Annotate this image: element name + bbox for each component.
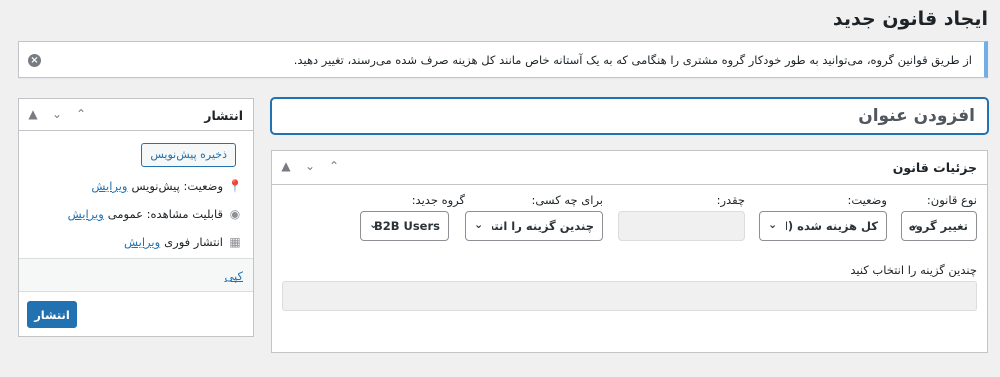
visibility-label: قابلیت مشاهده: عمومی: [107, 207, 223, 221]
page-title: ایجاد قانون جدید: [832, 8, 988, 30]
move-down-icon[interactable]: ▲: [278, 159, 294, 173]
new-group-select[interactable]: B2B Users ⌄: [360, 211, 449, 241]
publish-actions-strip: کپی: [19, 258, 253, 292]
rule-type-select[interactable]: تغییر گروه ⌄: [901, 211, 977, 241]
chevron-up-icon[interactable]: ⌃: [73, 107, 89, 121]
chevron-down-icon: ⌄: [369, 218, 379, 231]
for-whom-label: برای چه کسی:: [531, 193, 603, 207]
condition-value: کل هزینه شده (ارزش کل: [786, 219, 878, 233]
chevron-down-icon[interactable]: ⌄: [302, 159, 318, 173]
notice-text: از طریق قوانین گروه، می‌توانید به طور خو…: [293, 53, 972, 67]
condition-select[interactable]: کل هزینه شده (ارزش کل ⌄: [759, 211, 887, 241]
chevron-up-icon[interactable]: ⌃: [326, 159, 342, 173]
pin-icon: 📍: [227, 179, 243, 193]
publish-button[interactable]: انتشار: [27, 301, 77, 328]
chevron-down-icon: ⌄: [474, 218, 484, 231]
amount-input[interactable]: [618, 211, 745, 241]
publish-header: انتشار ▲ ⌄ ⌃: [19, 99, 253, 131]
visibility-edit-link[interactable]: ویرایش: [68, 207, 104, 221]
schedule-row: ▦ انتشار فوری ویرایش: [124, 235, 243, 249]
chevron-down-icon: ⌄: [910, 218, 920, 231]
close-icon[interactable]: ×: [28, 54, 41, 67]
rule-details-title: جزئیات قانون: [892, 160, 977, 175]
box-controls: ▲ ⌄ ⌃: [25, 107, 89, 121]
copy-link[interactable]: کپی: [224, 269, 243, 283]
move-down-icon[interactable]: ▲: [25, 107, 41, 121]
eye-icon: ◉: [229, 207, 241, 221]
chevron-down-icon: ⌄: [768, 218, 778, 231]
status-row: 📍 وضعیت: پیش‌نویس ویرایش: [91, 179, 243, 193]
calendar-icon: ▦: [229, 235, 241, 249]
multi-select-label: چندین گزینه را انتخاب کنید: [850, 263, 977, 277]
rule-type-label: نوع قانون:: [926, 193, 977, 207]
rule-details-box: جزئیات قانون ▲ ⌄ ⌃ نوع قانون: وضعیت: چقد…: [271, 150, 988, 353]
amount-label: چقدر:: [716, 193, 745, 207]
for-whom-value: چندین گزینه را انتخاب کنید: [492, 219, 594, 233]
multi-select-input[interactable]: [282, 281, 977, 311]
schedule-label: انتشار فوری: [164, 235, 223, 249]
schedule-edit-link[interactable]: ویرایش: [124, 235, 160, 249]
publish-box: انتشار ▲ ⌄ ⌃ ذخیره پیش‌نویس 📍 وضعیت: پیش…: [18, 98, 254, 337]
publish-title: انتشار: [204, 108, 243, 123]
status-label: وضعیت: پیش‌نویس: [131, 179, 224, 193]
new-group-label: گروه جدید:: [411, 193, 465, 207]
save-draft-button[interactable]: ذخیره پیش‌نویس: [141, 143, 236, 167]
info-notice: از طریق قوانین گروه، می‌توانید به طور خو…: [18, 41, 988, 78]
status-edit-link[interactable]: ویرایش: [91, 179, 127, 193]
for-whom-select[interactable]: چندین گزینه را انتخاب کنید ⌄: [465, 211, 603, 241]
box-controls: ▲ ⌄ ⌃: [278, 159, 342, 173]
condition-label: وضعیت:: [847, 193, 887, 207]
new-group-value: B2B Users: [373, 219, 440, 233]
chevron-down-icon[interactable]: ⌄: [49, 107, 65, 121]
visibility-row: ◉ قابلیت مشاهده: عمومی ویرایش: [68, 207, 243, 221]
title-input[interactable]: [271, 98, 988, 134]
rule-details-header: جزئیات قانون ▲ ⌄ ⌃: [272, 151, 987, 185]
